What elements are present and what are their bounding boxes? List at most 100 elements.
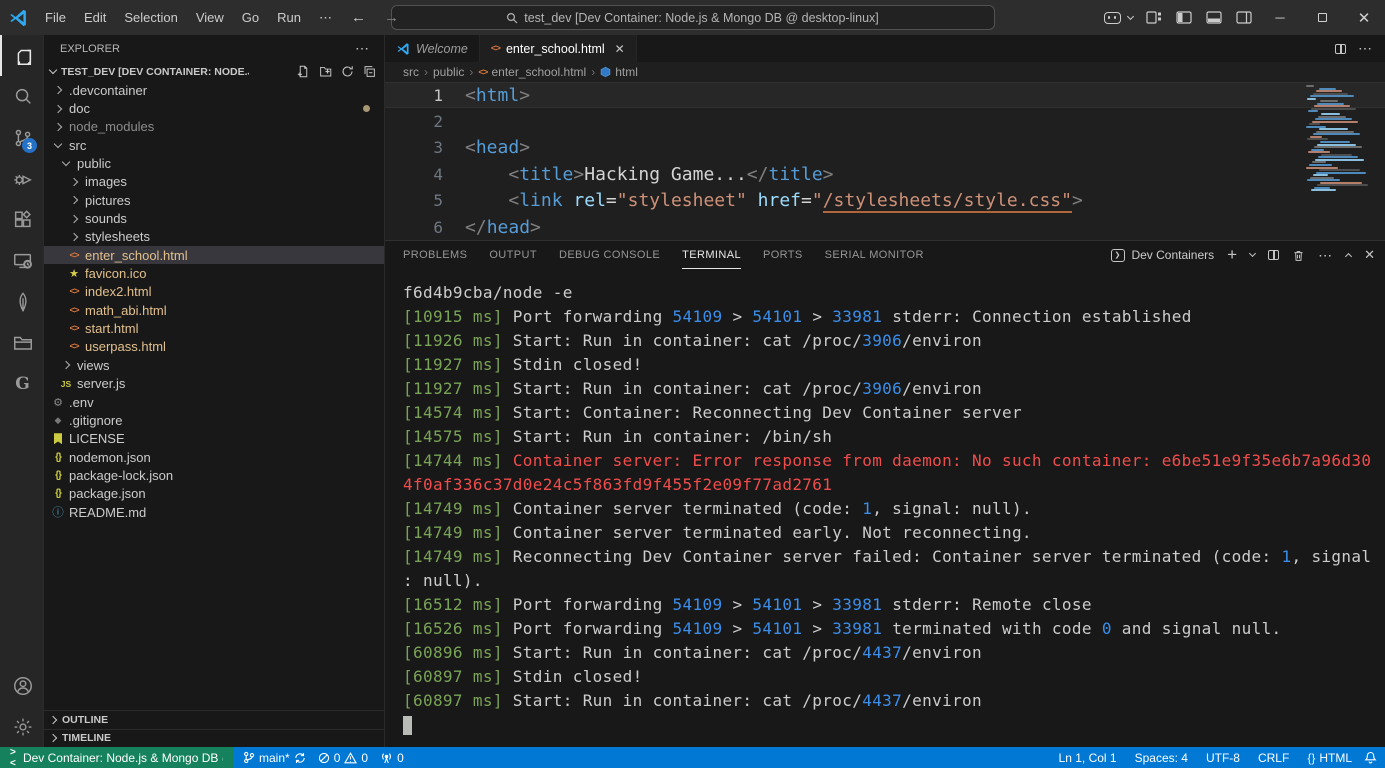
cursor-position[interactable]: Ln 1, Col 1 [1053, 751, 1123, 765]
minimap[interactable] [1305, 85, 1363, 192]
activity-source-control[interactable]: 3 [0, 117, 43, 158]
folder-icon [12, 332, 34, 354]
activity-explorer[interactable] [0, 35, 43, 76]
new-file-icon[interactable] [297, 65, 310, 78]
panel-tab-problems[interactable]: PROBLEMS [403, 241, 467, 269]
new-terminal-button[interactable]: + [1227, 245, 1237, 265]
eol-sequence[interactable]: CRLF [1252, 751, 1295, 765]
activity-search[interactable] [0, 76, 43, 117]
breadcrumb-html[interactable]: html [600, 65, 638, 79]
close-tab-icon[interactable]: ✕ [615, 42, 625, 56]
remote-indicator[interactable]: >< Dev Container: Node.js & Mongo DB @ d… [0, 747, 233, 768]
close-panel-icon[interactable]: ✕ [1364, 247, 1375, 263]
breadcrumb-enter-school-html[interactable]: <>enter_school.html [478, 65, 586, 79]
back-button[interactable]: ← [343, 7, 374, 28]
tree-item-nodemon-json[interactable]: {}nodemon.json [44, 448, 384, 466]
tree-item-userpass-html[interactable]: <>userpass.html [44, 338, 384, 356]
tree-item-sounds[interactable]: sounds [44, 209, 384, 227]
tree-item-package-lock-json[interactable]: {}package-lock.json [44, 466, 384, 484]
explorer-more-actions[interactable]: ⋯ [355, 40, 370, 57]
activity-extensions[interactable] [0, 199, 43, 240]
source-control-badge: 3 [22, 138, 37, 153]
project-section-header[interactable]: TEST_DEV [DEV CONTAINER: NODE.JS & MONGO… [44, 62, 384, 81]
tree-item-doc[interactable]: doc [44, 99, 384, 117]
tree-item-enter-school-html[interactable]: <>enter_school.html [44, 246, 384, 264]
tree-item-server-js[interactable]: JSserver.js [44, 375, 384, 393]
toggle-secondary-sidebar-button[interactable] [1229, 3, 1259, 33]
panel-tab-debug-console[interactable]: DEBUG CONSOLE [559, 241, 660, 269]
tree-item-node-modules[interactable]: node_modules [44, 118, 384, 136]
panel-tab-serial-monitor[interactable]: SERIAL MONITOR [825, 241, 924, 269]
tree-item-public[interactable]: public [44, 154, 384, 172]
breadcrumb-public[interactable]: public [433, 65, 464, 79]
tab-welcome[interactable]: Welcome [385, 35, 480, 62]
tab-enter-school[interactable]: <> enter_school.html ✕ [480, 35, 637, 62]
activity-settings[interactable] [0, 706, 43, 747]
copilot-menu-chevron[interactable] [1121, 3, 1139, 33]
activity-gitlens[interactable]: G [0, 363, 43, 404]
menu-[interactable]: ⋯ [310, 6, 341, 29]
menu-run[interactable]: Run [268, 6, 310, 29]
close-button[interactable]: ✕ [1343, 0, 1385, 35]
split-editor-icon[interactable] [1335, 44, 1346, 54]
new-folder-icon[interactable] [319, 65, 332, 78]
tree-item--devcontainer[interactable]: .devcontainer [44, 81, 384, 99]
tree-item--env[interactable]: ⚙.env [44, 393, 384, 411]
activity-mongodb[interactable] [0, 281, 43, 322]
timeline-section[interactable]: TIMELINE [44, 729, 384, 748]
menu-file[interactable]: File [36, 6, 75, 29]
activity-accounts[interactable] [0, 665, 43, 706]
tree-item--gitignore[interactable]: ◆.gitignore [44, 411, 384, 429]
command-center-search[interactable]: test_dev [Dev Container: Node.js & Mongo… [391, 5, 995, 30]
toggle-primary-sidebar-button[interactable] [1169, 3, 1199, 33]
activity-run-debug[interactable] [0, 158, 43, 199]
split-terminal-icon[interactable] [1268, 250, 1279, 260]
menu-edit[interactable]: Edit [75, 6, 115, 29]
tree-item-favicon-ico[interactable]: ★favicon.ico [44, 264, 384, 282]
terminal-line [403, 713, 1385, 737]
tree-item-stylesheets[interactable]: stylesheets [44, 228, 384, 246]
panel-tab-output[interactable]: OUTPUT [489, 241, 537, 269]
activity-containers[interactable] [0, 322, 43, 363]
encoding[interactable]: UTF-8 [1200, 751, 1246, 765]
terminal-output[interactable]: f6d4b9cba/node -e[10915 ms] Port forward… [385, 269, 1385, 747]
tree-item-views[interactable]: views [44, 356, 384, 374]
panel-tab-terminal[interactable]: TERMINAL [682, 241, 741, 269]
menu-go[interactable]: Go [233, 6, 268, 29]
tree-item-src[interactable]: src [44, 136, 384, 154]
branch-indicator[interactable]: main* [237, 747, 312, 768]
tree-item-package-json[interactable]: {}package.json [44, 485, 384, 503]
menu-view[interactable]: View [187, 6, 233, 29]
breadcrumb-src[interactable]: src [403, 65, 419, 79]
indentation[interactable]: Spaces: 4 [1129, 751, 1194, 765]
menu-selection[interactable]: Selection [115, 6, 186, 29]
tree-item-pictures[interactable]: pictures [44, 191, 384, 209]
code-editor[interactable]: 1<html>23<head>4 <title>Hacking Game...<… [385, 82, 1385, 240]
editor-more-actions[interactable]: ⋯ [1358, 40, 1373, 57]
tree-item-README-md[interactable]: ⓘREADME.md [44, 503, 384, 521]
problems-indicator[interactable]: 0 0 [312, 747, 374, 768]
tree-item-math-abi-html[interactable]: <>math_abi.html [44, 301, 384, 319]
kill-terminal-icon[interactable] [1292, 249, 1305, 262]
tree-item-index2-html[interactable]: <>index2.html [44, 283, 384, 301]
forward-button[interactable]: → [376, 7, 407, 28]
ports-indicator[interactable]: 0 [374, 747, 410, 768]
refresh-icon[interactable] [341, 65, 354, 78]
maximize-panel-chevron[interactable] [1345, 253, 1352, 260]
panel-tab-ports[interactable]: PORTS [763, 241, 803, 269]
activity-remote-explorer[interactable] [0, 240, 43, 281]
customize-layout-button[interactable] [1139, 3, 1169, 33]
tree-item-images[interactable]: images [44, 173, 384, 191]
panel-more-actions[interactable]: ⋯ [1318, 247, 1333, 264]
terminal-dropdown-chevron[interactable] [1249, 250, 1256, 257]
tree-item-start-html[interactable]: <>start.html [44, 319, 384, 337]
language-mode[interactable]: {} HTML [1301, 751, 1358, 765]
maximize-button[interactable] [1301, 0, 1343, 35]
notifications-bell-icon[interactable] [1364, 751, 1377, 764]
tree-item-LICENSE[interactable]: LICENSE [44, 430, 384, 448]
terminal-selector[interactable]: ❯ Dev Containers [1111, 248, 1214, 262]
minimize-button[interactable]: ─ [1259, 0, 1301, 35]
outline-section[interactable]: OUTLINE [44, 710, 384, 729]
toggle-panel-button[interactable] [1199, 3, 1229, 33]
collapse-all-icon[interactable] [363, 65, 376, 78]
